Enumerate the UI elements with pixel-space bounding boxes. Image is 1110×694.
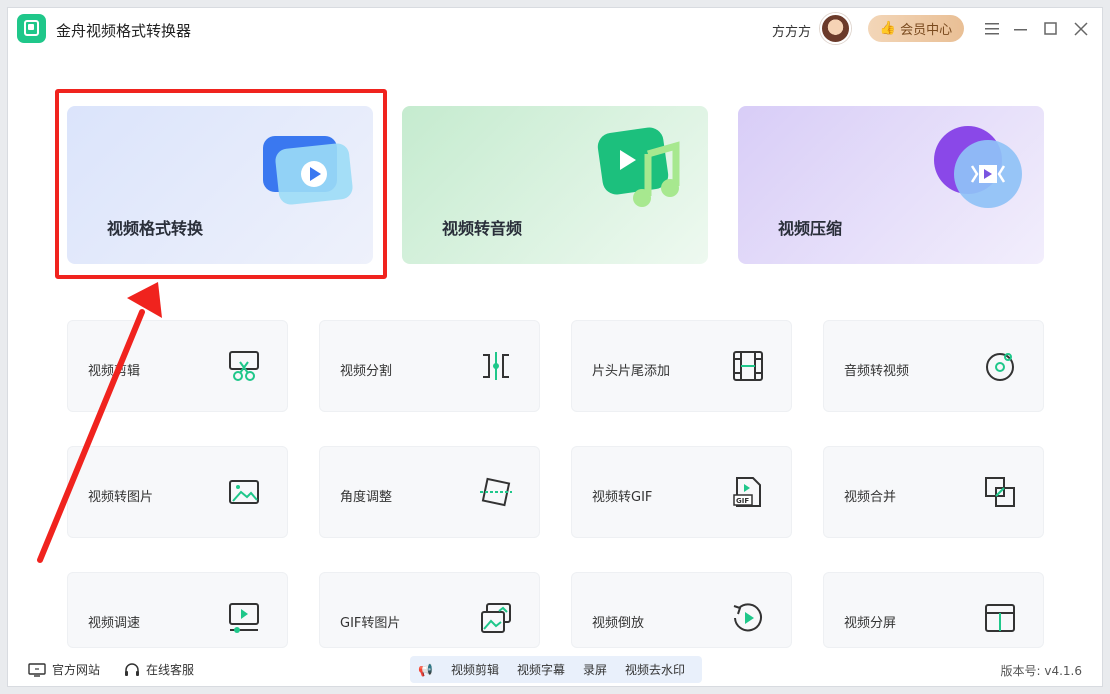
avatar[interactable] <box>820 13 851 44</box>
tool-label: 视频倒放 <box>592 616 645 631</box>
menu-icon[interactable] <box>981 18 1003 40</box>
monitor-icon <box>28 662 46 677</box>
tool-split-screen[interactable]: 视频分屏 <box>823 572 1044 648</box>
quick-tool-video-subtitle[interactable]: 视频字幕 <box>517 661 565 678</box>
tool-label: 视频转GIF <box>592 490 653 505</box>
music-video-icon <box>597 127 680 207</box>
tool-label: 音频转视频 <box>844 364 910 379</box>
tool-video-merge[interactable]: 视频合并 <box>823 446 1044 538</box>
vip-center-button[interactable]: 👍 会员中心 <box>868 15 964 42</box>
merge-icon <box>985 477 1015 507</box>
close-icon[interactable] <box>1070 18 1092 40</box>
split-icon <box>483 352 509 380</box>
split-screen-icon <box>985 604 1015 632</box>
tool-video-to-image[interactable]: 视频转图片 <box>67 446 288 538</box>
hero-card-video-to-audio[interactable]: 视频转音频 <box>402 106 708 264</box>
image-icon <box>229 480 259 504</box>
svg-text:GIF: GIF <box>736 497 749 505</box>
footer-bar: 官方网站 在线客服 📢 视频剪辑 视频字幕 录屏 视频去水印 版本号: v4.1… <box>8 652 1102 688</box>
quick-tool-video-edit[interactable]: 视频剪辑 <box>451 661 499 678</box>
tool-label: 视频调速 <box>88 616 141 631</box>
tool-angle-adjust[interactable]: 角度调整 <box>319 446 540 538</box>
tool-audio-to-video[interactable]: 音频转视频 <box>823 320 1044 412</box>
tool-intro-outro[interactable]: 片头片尾添加 <box>571 320 792 412</box>
tool-label: 片头片尾添加 <box>592 364 671 379</box>
tool-label: 视频转图片 <box>88 490 154 505</box>
compress-icon <box>934 126 1022 208</box>
tool-video-edit[interactable]: 视频剪辑 <box>67 320 288 412</box>
tool-video-reverse[interactable]: 视频倒放 <box>571 572 792 648</box>
hero-label: 视频压缩 <box>778 219 843 238</box>
highlight-box <box>55 89 387 279</box>
thumbs-up-icon: 👍 <box>879 21 897 36</box>
film-icon <box>733 351 763 381</box>
app-title: 金舟视频格式转换器 <box>56 22 192 40</box>
official-website-label: 官方网站 <box>52 663 101 677</box>
gif-file-icon: GIF <box>733 477 761 507</box>
hero-label: 视频转音频 <box>442 219 523 238</box>
quick-tool-screen-record[interactable]: 录屏 <box>583 661 607 678</box>
megaphone-icon: 📢 <box>418 662 433 677</box>
online-support-label: 在线客服 <box>146 663 195 677</box>
hero-card-video-compress[interactable]: 视频压缩 <box>738 106 1044 264</box>
tool-label: 视频分割 <box>340 364 393 379</box>
version-label: 版本号: v4.1.6 <box>1000 664 1083 678</box>
rotate-frame-icon <box>480 477 512 507</box>
official-website-link[interactable]: 官方网站 <box>28 661 100 678</box>
music-disc-icon <box>986 353 1014 381</box>
quick-tool-remove-watermark[interactable]: 视频去水印 <box>625 661 685 678</box>
speed-icon <box>229 603 259 633</box>
quick-tools-bar: 📢 视频剪辑 视频字幕 录屏 视频去水印 <box>410 656 702 683</box>
tool-gif-to-image[interactable]: GIF转图片 <box>319 572 540 648</box>
vip-center-label: 会员中心 <box>900 23 953 38</box>
app-logo-icon <box>17 14 46 43</box>
minimize-icon[interactable] <box>1010 18 1032 40</box>
tool-label: 视频分屏 <box>844 616 897 631</box>
tool-label: 视频剪辑 <box>88 364 141 379</box>
maximize-icon[interactable] <box>1040 18 1062 40</box>
gif-image-icon <box>481 603 511 633</box>
tool-label: GIF转图片 <box>340 616 401 631</box>
tool-video-speed[interactable]: 视频调速 <box>67 572 288 648</box>
tool-video-split[interactable]: 视频分割 <box>319 320 540 412</box>
tool-video-to-gif[interactable]: 视频转GIF GIF <box>571 446 792 538</box>
scissors-icon <box>229 351 259 381</box>
tool-label: 视频合并 <box>844 490 897 505</box>
online-support-link[interactable]: 在线客服 <box>124 661 194 678</box>
title-bar: 金舟视频格式转换器 方方方 👍 会员中心 <box>8 8 1102 52</box>
reverse-play-icon <box>733 603 762 632</box>
headset-icon <box>125 662 139 676</box>
tool-label: 角度调整 <box>340 490 393 505</box>
app-window: 金舟视频格式转换器 方方方 👍 会员中心 视频格式转换 视频转音频 视频压缩 视… <box>7 7 1103 687</box>
user-name[interactable]: 方方方 <box>772 21 811 40</box>
